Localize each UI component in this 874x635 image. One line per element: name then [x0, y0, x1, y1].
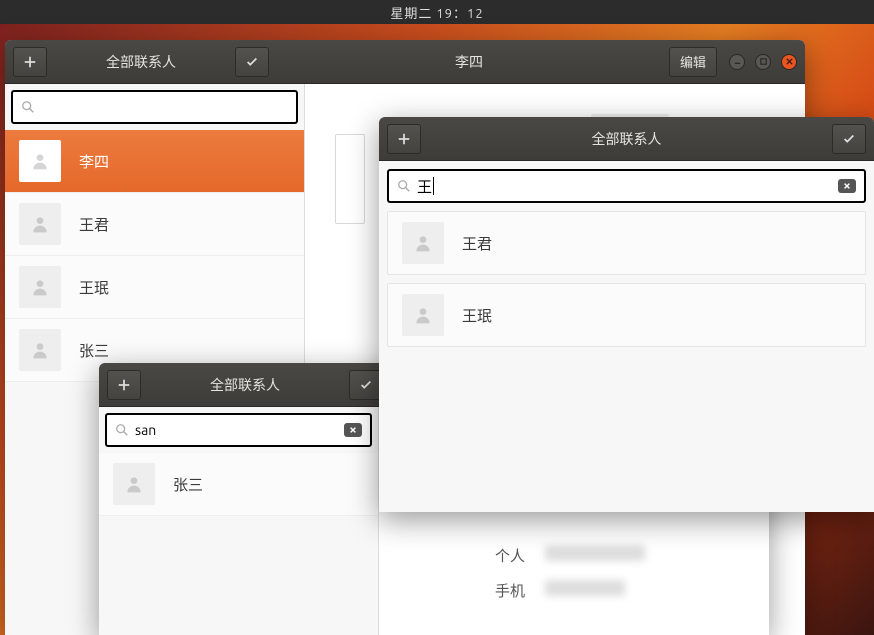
avatar	[19, 203, 61, 245]
search-bar[interactable]	[105, 413, 372, 447]
all-contacts-title: 全部联系人	[145, 375, 345, 395]
add-contact-button[interactable]	[107, 370, 141, 400]
maximize-button[interactable]	[755, 54, 771, 70]
select-mode-button[interactable]	[235, 47, 269, 77]
contact-name: 王君	[462, 233, 492, 254]
all-contacts-title: 全部联系人	[425, 129, 828, 149]
search-icon	[21, 100, 35, 114]
contact-list: 王君 王珉	[379, 211, 874, 347]
contacts-window-front: 全部联系人 王 王君 王珉	[379, 117, 874, 512]
field-value-blurred	[545, 580, 625, 596]
search-icon	[115, 423, 129, 437]
contact-name: 王珉	[79, 277, 109, 298]
search-icon	[397, 179, 411, 193]
contact-name: 王珉	[462, 305, 492, 326]
contact-row[interactable]: 王珉	[387, 283, 866, 347]
clear-search-button[interactable]	[838, 179, 856, 193]
add-contact-button[interactable]	[387, 124, 421, 154]
detail-field: 个人	[489, 545, 645, 566]
avatar	[402, 222, 444, 264]
search-bar[interactable]: 王	[387, 169, 866, 203]
edit-button[interactable]: 编辑	[669, 47, 717, 77]
top-bar: 星期二 19：12	[0, 0, 874, 24]
contact-name: 张三	[79, 340, 109, 361]
window-controls	[729, 54, 797, 70]
field-label: 手机	[489, 580, 525, 601]
titlebar: 全部联系人 李四 编辑	[5, 40, 805, 84]
contact-title: 李四	[273, 52, 665, 72]
contact-list: 张三	[99, 453, 378, 516]
clear-search-button[interactable]	[344, 423, 362, 437]
search-text: 王	[417, 176, 432, 197]
search-input[interactable]	[135, 422, 338, 438]
avatar	[402, 294, 444, 336]
clock-text: 星期二 19：12	[390, 3, 483, 22]
titlebar: 全部联系人	[379, 117, 874, 161]
placeholder-card	[335, 134, 365, 224]
avatar	[113, 463, 155, 505]
search-bar[interactable]	[11, 90, 298, 124]
contact-row[interactable]: 王君	[387, 211, 866, 275]
avatar	[19, 140, 61, 182]
minimize-button[interactable]	[729, 54, 745, 70]
select-mode-button[interactable]	[349, 370, 383, 400]
close-button[interactable]	[781, 54, 797, 70]
field-label: 个人	[489, 545, 525, 566]
contact-list-panel: 张三	[99, 407, 379, 635]
contact-name: 王君	[79, 214, 109, 235]
add-contact-button[interactable]	[13, 47, 47, 77]
field-value-blurred	[545, 545, 645, 561]
contact-name: 李四	[79, 151, 109, 172]
contact-row[interactable]: 李四	[5, 130, 304, 193]
detail-field: 手机	[489, 580, 645, 601]
all-contacts-title: 全部联系人	[51, 52, 231, 72]
select-mode-button[interactable]	[832, 124, 866, 154]
contact-row[interactable]: 王君	[5, 193, 304, 256]
contact-row[interactable]: 张三	[99, 453, 378, 516]
contact-row[interactable]: 王珉	[5, 256, 304, 319]
contact-name: 张三	[173, 474, 203, 495]
avatar	[19, 266, 61, 308]
search-input[interactable]	[41, 99, 288, 115]
avatar	[19, 329, 61, 371]
search-input[interactable]	[434, 178, 832, 194]
